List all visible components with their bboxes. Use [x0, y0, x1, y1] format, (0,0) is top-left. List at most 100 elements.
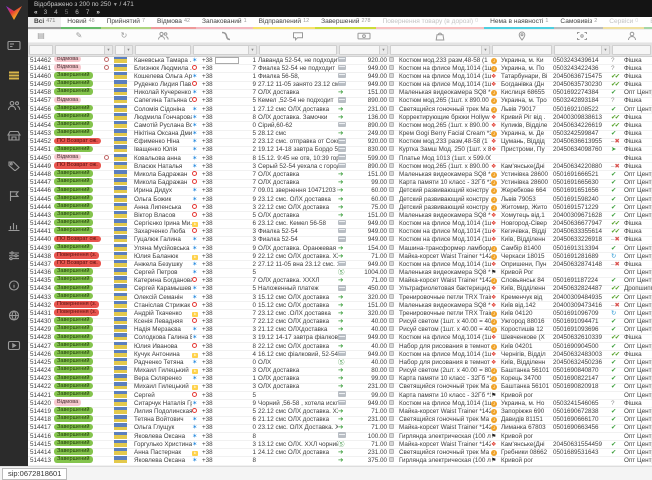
phone-number[interactable]: +38: [202, 122, 248, 130]
phone-number[interactable]: +38: [202, 375, 248, 383]
product-name[interactable]: Костюм на флисе Мод.1014 (1ш: [399, 236, 491, 244]
product-name[interactable]: Костюм мод.265 (1шт. х 890.00: [399, 97, 491, 105]
filter-comment[interactable]: [259, 45, 337, 55]
phone-number[interactable]: +38: [202, 57, 248, 65]
filter-flag[interactable]: ▼: [115, 45, 133, 55]
customer-name[interactable]: Гуцалюк Галина: [134, 236, 192, 244]
order-comment[interactable]: 27.12 смс ОЛХ доставка: [258, 106, 338, 114]
customer-name[interactable]: Лилия Подолинская: [134, 408, 192, 416]
order-comment[interactable]: Лаванда 52-54, не подходит: [258, 57, 338, 65]
order-comment[interactable]: 23.12 смс. ОЛХ Доставка. ХХХ: [258, 424, 338, 432]
order-comment[interactable]: 15.12 смс ОЛХ доставка: [258, 294, 338, 302]
phone-number[interactable]: +38: [202, 424, 248, 432]
phone-number[interactable]: +38: [202, 277, 248, 285]
tracking-number[interactable]: 20450636715475: [553, 73, 611, 81]
tracking-number[interactable]: 0503242599847: [553, 130, 611, 138]
product-name[interactable]: Маленькая видеокамера SQ8 *: [399, 89, 491, 97]
product-name[interactable]: Светящийся гоночный трек Ma: [399, 383, 491, 391]
order-comment[interactable]: Фиалка 52-54: [258, 228, 338, 236]
customer-name[interactable]: Самотій Руслана Во..: [134, 122, 192, 130]
order-status[interactable]: Завершений: [54, 456, 104, 466]
phone-number[interactable]: +38: [202, 163, 248, 171]
dashboard-icon[interactable]: [5, 37, 23, 53]
filter-flag-dropdown[interactable]: ▼: [124, 46, 132, 55]
customer-name[interactable]: Ольга Глущук: [134, 424, 192, 432]
customer-name[interactable]: Ксенія Левадняя: [134, 318, 192, 326]
delivery-address[interactable]: Лиманка 67803: [501, 424, 553, 432]
phone-number[interactable]: +38: [202, 367, 248, 375]
range-dropdown-caret[interactable]: ▼: [113, 2, 118, 8]
tracking-number[interactable]: 20450632824487: [553, 285, 611, 293]
order-comment[interactable]: ОЛХ доставка. ХХХЛ: [258, 277, 338, 285]
customer-name[interactable]: Ковальова анна: [134, 155, 192, 163]
tab-Нема в наявності[interactable]: Нема в наявності1: [484, 17, 554, 29]
delivery-address[interactable]: Кривий Ріг від .: [501, 114, 553, 122]
customer-name[interactable]: Людмила Гончарова: [134, 114, 192, 122]
price-tag-icon[interactable]: [5, 157, 23, 173]
product-name[interactable]: Маленькая видеокамера SQ8 *: [399, 171, 491, 179]
customer-name[interactable]: Николай Кучеренко: [134, 89, 192, 97]
first-page-button[interactable]: «: [34, 9, 37, 16]
page-6-button[interactable]: 6: [75, 9, 79, 16]
delivery-address[interactable]: Давидів 81151: [501, 416, 553, 424]
tab-Повернення товару (в дорозі)[interactable]: Повернення товару (в дорозі)0: [376, 17, 484, 29]
tab-Відмова[interactable]: Відмова42: [151, 17, 196, 29]
sip-call-indicator[interactable]: sip:0672818601: [2, 468, 67, 480]
tracking-number[interactable]: 20450633355614: [553, 228, 611, 236]
phone-number[interactable]: +38: [202, 245, 248, 253]
delivery-address[interactable]: Жеребкове 664: [501, 187, 553, 195]
order-comment[interactable]: 22.12 смс ОЛХ доставка: [258, 204, 338, 212]
phone-number[interactable]: +38: [202, 449, 248, 457]
customer-name[interactable]: Руденко Лидия Пав..: [134, 81, 192, 89]
product-name[interactable]: Костюм на флисе Мод.1014 (1ш: [399, 73, 491, 81]
delivery-address[interactable]: Самбір 81400: [501, 245, 553, 253]
tracking-number[interactable]: 20450634220880: [553, 163, 611, 171]
payment-column-icon[interactable]: [338, 31, 389, 41]
product-name[interactable]: Светящийся гоночный трек Ma: [399, 449, 491, 457]
phone-number[interactable]: +38: [202, 457, 248, 465]
customer-name[interactable]: Горгулько Христина.: [134, 441, 192, 449]
customer-name[interactable]: Каневська Тамара ..: [134, 57, 192, 65]
tab-Новий[interactable]: Новий48: [61, 17, 100, 29]
product-name[interactable]: Гирлянда электрическая (100 л: [399, 433, 491, 441]
product-name[interactable]: Карта памяти 10 класс - 32Гб *1: [399, 375, 491, 383]
customer-name[interactable]: Надія Мерзаєва: [134, 326, 192, 334]
delivery-address[interactable]: Хомутець від.1: [501, 212, 553, 220]
order-comment[interactable]: 27.12 11-05 вна 23.12 смс. 19.: [258, 261, 338, 269]
tracking-number[interactable]: 0501691094471: [553, 318, 611, 326]
tracking-number[interactable]: 20450632483003: [553, 351, 611, 359]
product-name[interactable]: Карта памяти 10 класс - 32Гб *1: [399, 179, 491, 187]
phone-number[interactable]: +38: [202, 400, 248, 408]
delivery-address[interactable]: Львів 79017: [501, 106, 553, 114]
customer-name[interactable]: Солодкова Галина В..: [134, 334, 192, 342]
customer-name[interactable]: Власюк Наталья: [134, 163, 192, 171]
phone-number[interactable]: +38: [202, 326, 248, 334]
delivery-address[interactable]: Київ, Відділенн: [501, 236, 553, 244]
product-name[interactable]: Майка-корсет Waist Trainer *142: [399, 441, 491, 449]
tab-В дорозі додому[interactable]: В дорозі додому0: [644, 17, 652, 29]
phone-number[interactable]: +38: [202, 334, 248, 342]
tab-Запакований[interactable]: Запакований1: [196, 17, 253, 29]
product-name[interactable]: Костюм на флисе Мод.1014 (1ш: [399, 261, 491, 269]
status-column-icon[interactable]: ✎: [54, 30, 104, 42]
customer-name[interactable]: Сергей Карамышев: [134, 285, 192, 293]
customer-name[interactable]: Близнюк Людмила ..: [134, 65, 192, 73]
phone-number[interactable]: +38: [202, 392, 248, 400]
delivery-address[interactable]: Новгород-Сівер: [501, 220, 553, 228]
phone-number[interactable]: +38: [202, 65, 248, 73]
customer-name[interactable]: Анна Липенська: [134, 204, 192, 212]
customer-name[interactable]: Сергей Петров: [134, 269, 192, 277]
product-name[interactable]: Рисуй светом (2шт. х 40.00 = 80: [399, 367, 491, 375]
order-comment[interactable]: ОЛХ доставка: [258, 179, 338, 187]
customer-name[interactable]: Михаил Гилецький: [134, 367, 192, 375]
product-name[interactable]: Костюм на флисе Мод.1014 (1ш: [399, 220, 491, 228]
order-comment[interactable]: Серый 52-54 уехала с города: [258, 163, 338, 171]
info-icon[interactable]: [5, 277, 23, 293]
delivery-address[interactable]: Київ від.142: [501, 302, 553, 310]
delivery-address[interactable]: Куликів, Відділе: [501, 122, 553, 130]
order-comment[interactable]: 21.12 смс ОЛХдоставка: [258, 326, 338, 334]
tab-Прийнятий[interactable]: Прийнятий7: [101, 17, 151, 29]
delivery-address[interactable]: Гребники 08662: [501, 449, 553, 457]
phone-number[interactable]: +38: [202, 220, 248, 228]
tracking-number[interactable]: 20450632450236: [553, 359, 611, 367]
